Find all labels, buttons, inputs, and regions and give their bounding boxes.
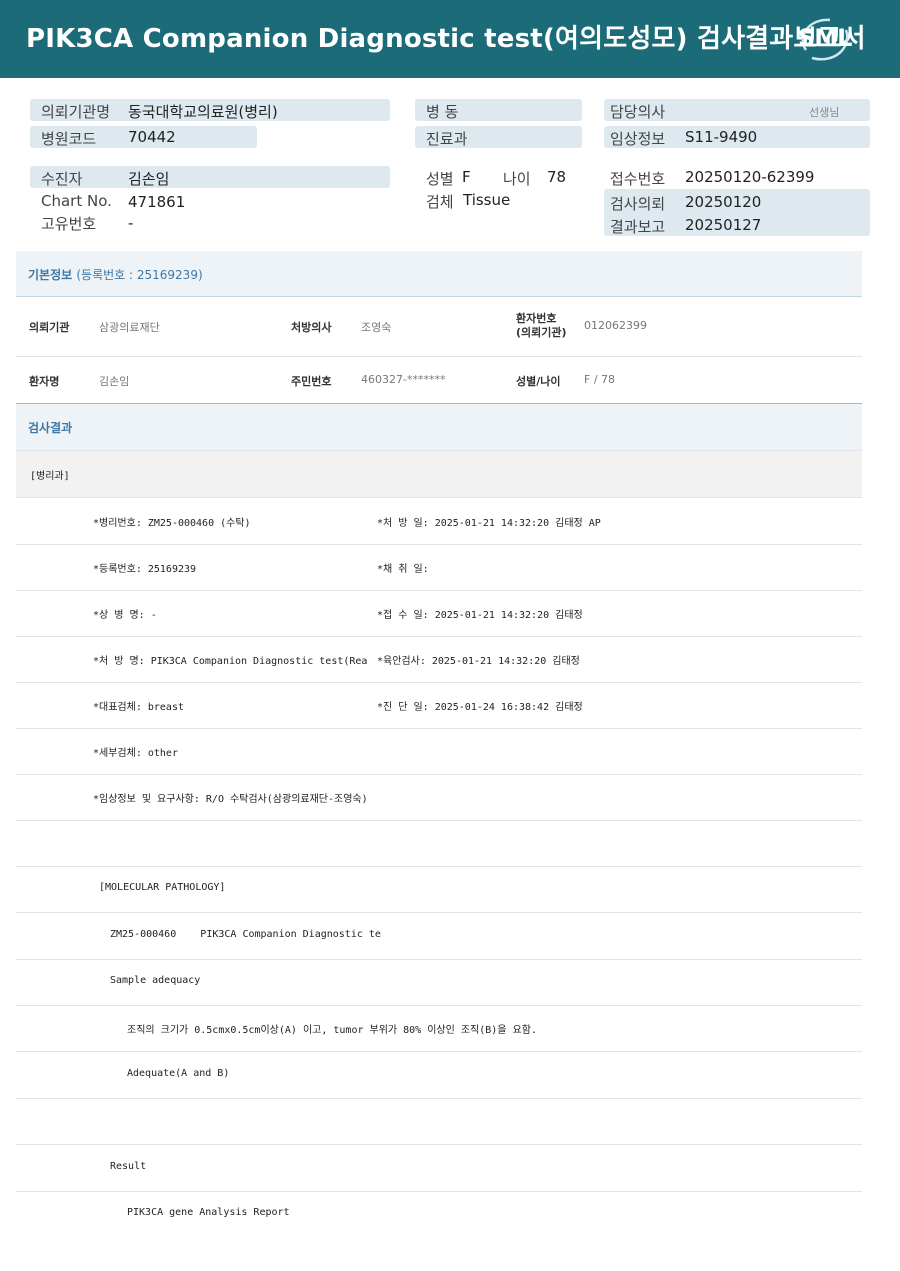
patient-name-label: 환자명 [29, 375, 60, 388]
hospital-code-label: 병원코드 [41, 130, 97, 148]
ward-label: 병 동 [426, 103, 459, 121]
dept-label: [병리과] [30, 471, 70, 482]
sample-adequacy-heading: Sample adequacy [110, 975, 201, 986]
prescription-date: *처 방 일: 2025-01-21 14:32:20 김태정 AP [377, 518, 601, 529]
result-line: *병리번호: ZM25-000460 (수탁) *처 방 일: 2025-01-… [16, 498, 862, 545]
patient-value: 김손임 [128, 170, 170, 188]
report-heading: PIK3CA gene Analysis Report [127, 1207, 290, 1218]
prescriber-label: 처방의사 [291, 321, 332, 334]
receipt-value: 20250120-62399 [685, 168, 815, 186]
logo-text: SML [798, 24, 852, 52]
institution-value: 동국대학교의료원(병리) [128, 103, 278, 121]
receipt-label: 접수번호 [610, 170, 666, 188]
patient-pill [30, 166, 390, 188]
result-line: Adequate(A and B) [16, 1052, 862, 1099]
requesting-org-label: 의뢰기관 [29, 321, 70, 334]
prescription-name: *처 방 명: PIK3CA Companion Diagnostic test… [93, 656, 368, 667]
patient-label: 수진자 [41, 170, 83, 188]
patient-number-value: 012062399 [584, 319, 647, 332]
specimen-label: 검체 [426, 193, 454, 211]
result-line: *대표검체: breast *진 단 일: 2025-01-24 16:38:4… [16, 682, 862, 729]
chart-label: Chart No. [41, 192, 112, 210]
dept-label: 진료과 [426, 130, 468, 148]
receipt-date: *접 수 일: 2025-01-21 14:32:20 김태정 [377, 610, 583, 621]
doctor-suffix: 선생님 [809, 106, 840, 119]
age-label: 나이 [503, 170, 531, 188]
result-line: *임상정보 및 요구사항: R/O 수탁검사(삼광의료재단-조영숙) [16, 774, 862, 821]
basic-info-header: 기본정보 (등록번호 : 25169239) [16, 251, 862, 297]
report-label: 결과보고 [610, 218, 666, 236]
result-line: ZM25-000460 PIK3CA Companion Diagnostic … [16, 913, 862, 960]
adequacy-result: Adequate(A and B) [127, 1068, 230, 1079]
result-line: *처 방 명: PIK3CA Companion Diagnostic test… [16, 636, 862, 683]
gross-exam-date: *육안검사: 2025-01-21 14:32:20 김태정 [377, 656, 580, 667]
report-value: 20250127 [685, 216, 762, 234]
blank-row [16, 1098, 862, 1145]
chart-value: 471861 [128, 193, 186, 211]
basic-info-row: 의뢰기관 삼광의료재단 처방의사 조영숙 환자번호 (의뢰기관) 0120623… [16, 297, 862, 357]
registration-number: (등록번호 : 25169239) [76, 268, 203, 282]
basic-info-title: 기본정보 (등록번호 : 25169239) [28, 268, 203, 282]
sml-logo: SML [790, 14, 860, 64]
result-line: 조직의 크기가 0.5cmx0.5cm이상(A) 이고, tumor 부위가 8… [16, 1005, 862, 1052]
clinical-value: S11-9490 [685, 128, 758, 146]
sex-age-value: F / 78 [584, 373, 616, 386]
sex-age-label: 성별/나이 [516, 375, 561, 388]
result-line: PIK3CA gene Analysis Report [16, 1191, 862, 1237]
result-title: 검사결과 [28, 421, 73, 435]
result-heading: Result [110, 1161, 147, 1172]
dept-row: [병리과] [16, 451, 862, 498]
registration-line: *등록번호: 25169239 [93, 564, 197, 575]
pathology-number: *병리번호: ZM25-000460 (수탁) [93, 518, 251, 529]
test-id-line: ZM25-000460 PIK3CA Companion Diagnostic … [110, 929, 381, 940]
result-line: Sample adequacy [16, 959, 862, 1006]
hospital-code-value: 70442 [128, 128, 176, 146]
report-banner: PIK3CA Companion Diagnostic test(여의도성모) … [0, 0, 900, 78]
detail-specimen: *세부검체: other [93, 748, 178, 759]
basic-info-row: 환자명 김손임 주민번호 460327-******* 성별/나이 F / 78 [16, 357, 862, 404]
result-line: Result [16, 1145, 862, 1192]
patient-name-value: 김손임 [99, 375, 130, 388]
request-value: 20250120 [685, 193, 762, 211]
institution-label: 의뢰기관명 [41, 103, 111, 121]
result-line: *세부검체: other [16, 728, 862, 775]
unique-value: - [128, 214, 134, 232]
result-line: [MOLECULAR PATHOLOGY] [16, 866, 862, 913]
request-label: 검사의뢰 [610, 195, 666, 213]
clinical-info: *임상정보 및 요구사항: R/O 수탁검사(삼광의료재단-조영숙) [93, 794, 368, 805]
prescriber-value: 조영숙 [361, 321, 392, 334]
sex-label: 성별 [426, 170, 454, 188]
collection-date: *채 취 일: [377, 564, 429, 575]
age-value: 78 [547, 168, 567, 186]
molecular-pathology-heading: [MOLECULAR PATHOLOGY] [99, 882, 226, 893]
report-title: PIK3CA Companion Diagnostic test(여의도성모) … [26, 24, 866, 54]
result-line: *상 병 명: - *접 수 일: 2025-01-21 14:32:20 김태… [16, 590, 862, 637]
adequacy-criteria: 조직의 크기가 0.5cmx0.5cm이상(A) 이고, tumor 부위가 8… [127, 1025, 537, 1036]
doctor-label: 담당의사 [610, 103, 666, 121]
sex-value: F [462, 168, 471, 186]
representative-specimen: *대표검체: breast [93, 702, 184, 713]
specimen-value: Tissue [463, 191, 511, 209]
blank-row [16, 820, 862, 867]
result-header: 검사결과 [16, 404, 862, 451]
resident-number-label: 주민번호 [291, 375, 332, 388]
requesting-org-value: 삼광의료재단 [99, 321, 160, 334]
unique-label: 고유번호 [41, 215, 97, 233]
result-line: *등록번호: 25169239 *채 취 일: [16, 544, 862, 591]
diagnosis-name: *상 병 명: - [93, 610, 157, 621]
clinical-label: 임상정보 [610, 130, 666, 148]
diagnosis-date: *진 단 일: 2025-01-24 16:38:42 김태정 [377, 702, 583, 713]
resident-number-value: 460327-******* [361, 373, 446, 386]
patient-number-label: 환자번호 (의뢰기관) [516, 312, 567, 339]
